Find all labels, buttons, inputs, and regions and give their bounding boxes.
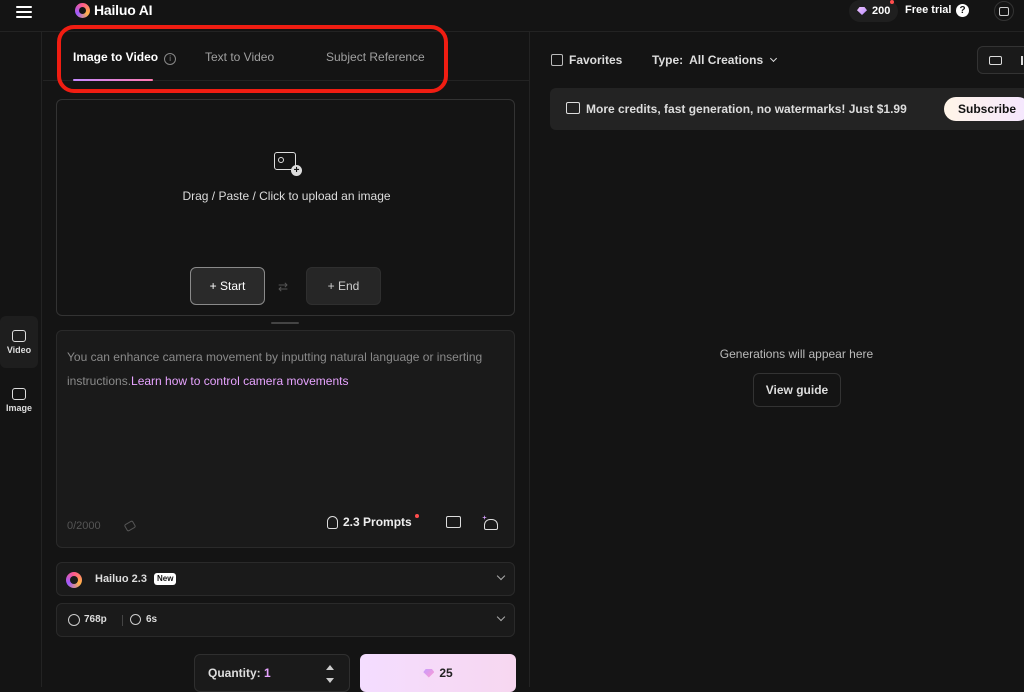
- creation-panel: Image to Video i Text to Video Subject Re…: [43, 25, 530, 692]
- logo[interactable]: Hailuo AI: [75, 2, 153, 18]
- tab-image-to-video[interactable]: Image to Video i: [73, 50, 177, 65]
- active-tab-indicator: [73, 79, 153, 81]
- view-guide-button[interactable]: View guide: [753, 373, 841, 407]
- prompt-placeholder: You can enhance camera movement by input…: [67, 345, 509, 393]
- shop-icon: [566, 102, 580, 114]
- magic-enhance-icon[interactable]: [482, 515, 498, 530]
- tab-subject-reference[interactable]: Subject Reference: [326, 50, 425, 64]
- video-icon: [12, 329, 26, 342]
- subscribe-button[interactable]: Subscribe: [944, 97, 1024, 121]
- quantity-stepper[interactable]: Quantity: 1: [194, 654, 350, 692]
- rail-item-image[interactable]: Image: [0, 374, 38, 426]
- gem-icon: [423, 668, 435, 678]
- chevron-down-icon: [496, 612, 506, 622]
- divider: [122, 615, 123, 626]
- start-frame-button[interactable]: + Start: [190, 267, 265, 305]
- left-rail: Video Image: [0, 32, 42, 687]
- generate-cost: 25: [439, 666, 453, 680]
- prompt-input[interactable]: You can enhance camera movement by input…: [56, 330, 515, 548]
- type-filter-dropdown[interactable]: Type: All Creations: [652, 53, 778, 67]
- camera-movement-help-link[interactable]: Learn how to control camera movements: [131, 374, 348, 388]
- chevron-down-icon: [770, 54, 778, 63]
- notification-dot: [414, 514, 419, 518]
- resolution-value: 768p: [84, 614, 107, 625]
- hailuo-logo-icon: [75, 2, 90, 18]
- quantity-label: Quantity: 1: [208, 666, 271, 680]
- generate-button[interactable]: 25: [360, 654, 516, 692]
- image-upload-area[interactable]: Drag / Paste / Click to upload an image …: [56, 99, 515, 316]
- camera-movement-icon[interactable]: [446, 516, 461, 528]
- empty-state-text: Generations will appear here: [719, 347, 874, 361]
- lightbulb-icon: [327, 515, 338, 529]
- top-bar: Hailuo AI 200 Free trial ?: [0, 0, 1024, 32]
- prompts-label: 2.3 Prompts: [343, 515, 412, 529]
- add-image-icon: [274, 152, 302, 176]
- view-toggle: [977, 46, 1024, 74]
- eraser-icon[interactable]: [123, 520, 137, 532]
- tab-label: Image to Video: [73, 50, 159, 64]
- favorites-label: Favorites: [569, 53, 623, 67]
- prompts-button[interactable]: 2.3 Prompts: [327, 514, 421, 529]
- swap-icon[interactable]: ⇄: [278, 280, 288, 294]
- info-icon[interactable]: i: [164, 53, 177, 65]
- model-selector[interactable]: Hailuo 2.3 New: [56, 562, 515, 596]
- stepper-arrows-icon[interactable]: [325, 663, 335, 685]
- hamburger-menu-icon[interactable]: [16, 4, 32, 20]
- new-badge: New: [154, 573, 177, 585]
- resize-handle[interactable]: [271, 322, 299, 324]
- duration-value: 6s: [146, 614, 158, 625]
- gem-icon: [857, 7, 867, 15]
- video-settings-selector[interactable]: 768p 6s: [56, 603, 515, 637]
- type-label: Type:: [652, 53, 684, 67]
- end-frame-button[interactable]: + End: [306, 267, 381, 305]
- credits-count: 200: [872, 5, 891, 17]
- clock-icon: [130, 614, 141, 625]
- logo-text: Hailuo AI: [94, 2, 153, 18]
- rail-item-label: Video: [6, 344, 32, 355]
- notification-dot: [890, 0, 895, 4]
- model-logo-icon: [66, 572, 82, 588]
- character-counter: 0/2000: [67, 520, 101, 532]
- type-value: All Creations: [689, 53, 764, 67]
- creations-panel: Favorites Type: All Creations More credi…: [531, 32, 1024, 687]
- favorites-filter[interactable]: Favorites: [551, 53, 622, 67]
- quantity-label-text: Quantity:: [208, 666, 261, 680]
- free-trial-link[interactable]: Free trial: [905, 4, 951, 16]
- resolution-icon: [68, 614, 80, 626]
- grid-view-icon[interactable]: [1021, 56, 1023, 65]
- chevron-down-icon: [496, 571, 506, 581]
- help-icon[interactable]: ?: [956, 4, 969, 17]
- tab-text-to-video[interactable]: Text to Video: [205, 50, 274, 64]
- quantity-value: 1: [264, 666, 271, 680]
- book-icon[interactable]: [994, 1, 1014, 21]
- list-view-icon[interactable]: [989, 56, 1002, 65]
- credits-badge[interactable]: 200: [849, 0, 899, 22]
- model-name: Hailuo 2.3: [95, 573, 147, 585]
- rail-item-video[interactable]: Video: [0, 316, 38, 368]
- promo-banner: More credits, fast generation, no waterm…: [550, 88, 1024, 130]
- image-icon: [12, 387, 26, 400]
- mode-tabs: Image to Video i Text to Video Subject Re…: [43, 25, 530, 93]
- promo-text: More credits, fast generation, no waterm…: [586, 102, 907, 116]
- favorites-checkbox[interactable]: [551, 54, 563, 66]
- rail-item-label: Image: [5, 402, 32, 413]
- upload-hint: Drag / Paste / Click to upload an image: [182, 189, 391, 203]
